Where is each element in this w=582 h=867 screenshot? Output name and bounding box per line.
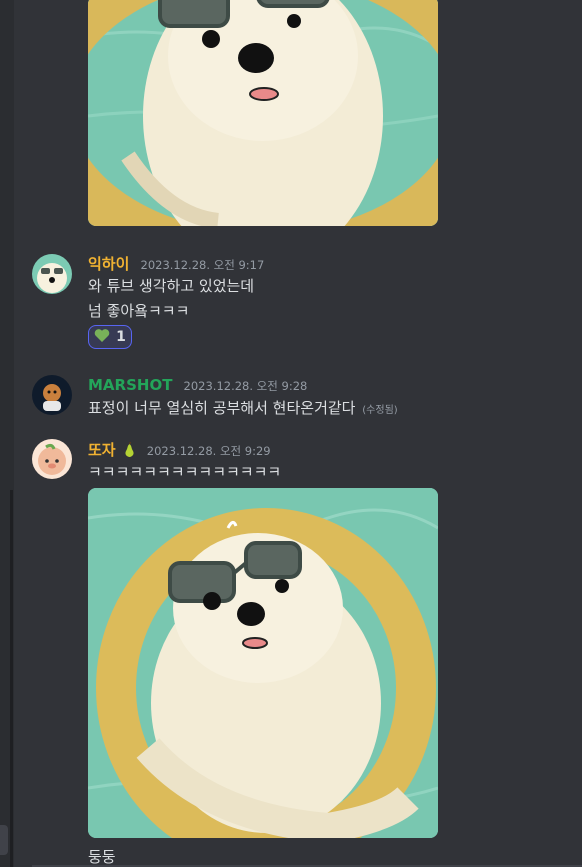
- pear-icon: [123, 441, 136, 461]
- username[interactable]: 익하이: [88, 255, 129, 273]
- timestamp: 2023.12.28. 오전 9:29: [146, 444, 271, 458]
- message-text: 표정이 너무 열심히 공부해서 현타온거같다 (수정됨): [88, 397, 398, 418]
- timestamp: 2023.12.28. 오전 9:17: [140, 258, 265, 272]
- avatar-marshot[interactable]: [32, 375, 72, 415]
- message-caption: 둥둥: [88, 848, 116, 866]
- username[interactable]: MARSHOT: [88, 376, 172, 394]
- reaction-count: 1: [116, 329, 126, 345]
- message-text-body: 표정이 너무 열심히 공부해서 현타온거같다: [88, 399, 356, 417]
- avatar-ttoja[interactable]: [32, 439, 72, 479]
- reaction-button[interactable]: 1: [88, 325, 132, 349]
- image-attachment[interactable]: [88, 488, 438, 838]
- green-heart-icon: [94, 328, 110, 347]
- image-attachment-top[interactable]: [88, 0, 438, 226]
- message-text: 넘 좋아욬ㅋㅋㅋ: [88, 302, 190, 320]
- message-text: ㅋㅋㅋㅋㅋㅋㅋㅋㅋㅋㅋㅋㅋㅋ: [88, 463, 282, 481]
- username[interactable]: 또자: [88, 441, 116, 459]
- message-text: 와 튜브 생각하고 있었는데: [88, 277, 255, 295]
- edited-label: (수정됨): [362, 405, 398, 416]
- timestamp: 2023.12.28. 오전 9:28: [183, 379, 308, 393]
- avatar-ikhai[interactable]: [32, 254, 72, 294]
- scrollbar-thumb[interactable]: [0, 825, 8, 855]
- scrollbar-track[interactable]: [10, 490, 13, 867]
